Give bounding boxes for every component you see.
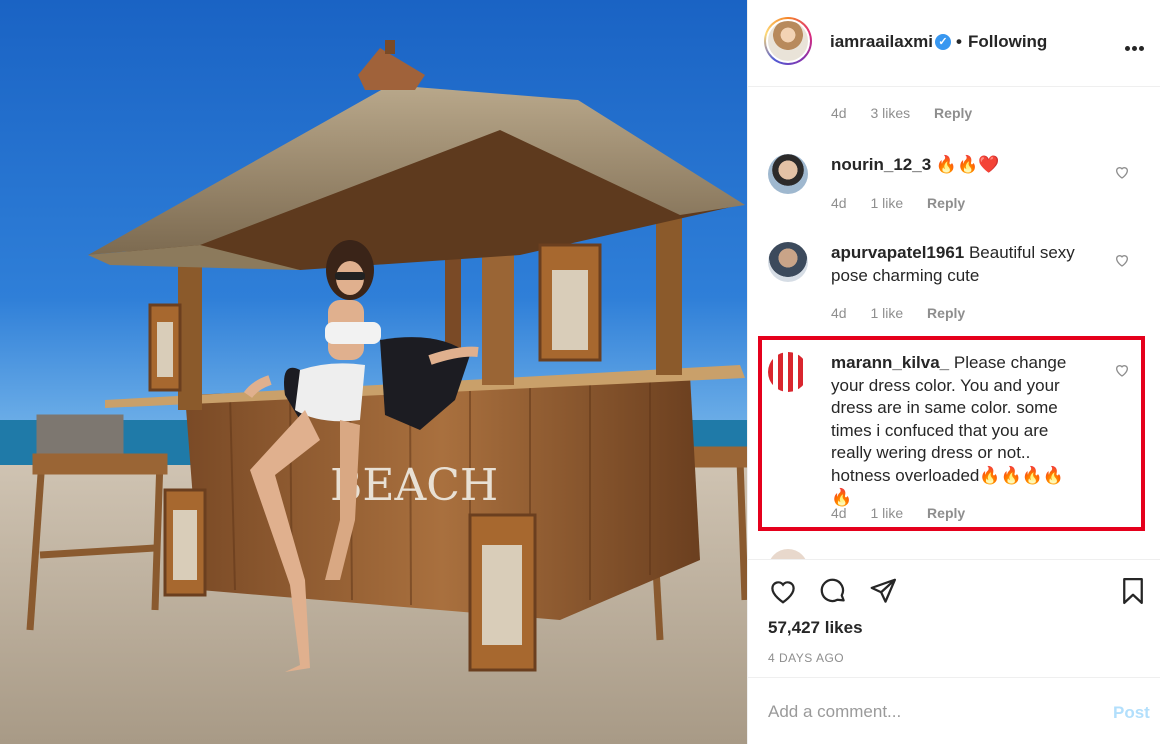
comment-text: 🔥🔥❤️ [931,155,1000,174]
comment-username[interactable]: marann_kilva_ [831,353,949,372]
comment-age: 4d [831,105,847,121]
comment-meta: 4d 3 likes Reply [831,105,992,121]
comment-likes[interactable]: 3 likes [870,105,910,121]
heart-outline-icon[interactable] [1114,164,1130,180]
comment-likes[interactable]: 1 like [870,505,903,521]
comment-composer: Post [748,677,1160,744]
reply-button[interactable]: Reply [934,105,972,121]
post-header: iamraailaxmi ✓ • Following [748,0,1160,87]
post-date[interactable]: 4 DAYS AGO [768,651,844,665]
comment-meta: 4d 1 like Reply [831,505,985,521]
comment-item-highlighted: marann_kilva_ Please change your dress c… [748,350,1160,530]
commenter-avatar[interactable] [768,242,808,282]
comments-list[interactable]: 4d 3 likes Reply nourin_12_3 🔥🔥❤️ 4d 1 l… [748,87,1160,559]
comment-input[interactable] [768,700,1088,724]
comment-meta: 4d 1 like Reply [831,305,985,321]
post-image: BEACH [0,0,747,744]
heart-outline-icon[interactable] [1114,362,1130,378]
heart-outline-icon[interactable] [1114,252,1130,268]
comment-age: 4d [831,505,847,521]
comment-item: 4d 3 likes Reply [748,87,1160,137]
following-button[interactable]: Following [968,32,1047,52]
commenter-avatar[interactable] [768,154,808,194]
heart-icon[interactable] [768,576,798,606]
author-avatar[interactable] [764,17,812,65]
comment-item [748,549,1160,559]
comment-likes[interactable]: 1 like [870,305,903,321]
comment-age: 4d [831,195,847,211]
comment-item: apurvapatel1961 Beautiful sexy pose char… [748,240,1160,330]
bookmark-icon[interactable] [1118,576,1148,606]
comment-icon[interactable] [818,576,848,606]
reply-button[interactable]: Reply [927,305,965,321]
comment-username[interactable]: nourin_12_3 [831,155,931,174]
separator-dot: • [956,32,962,51]
commenter-avatar[interactable] [768,549,808,559]
comment-text: Please change your dress color. You and … [831,353,1067,507]
likes-count[interactable]: 57,427 likes [768,618,863,638]
verified-badge-icon: ✓ [935,34,951,50]
commenter-avatar[interactable] [768,352,808,392]
author-username[interactable]: iamraailaxmi [830,32,933,52]
comment-username[interactable]: apurvapatel1961 [831,243,964,262]
reply-button[interactable]: Reply [927,195,965,211]
post-details-panel: iamraailaxmi ✓ • Following 4d 3 likes Re… [747,0,1160,744]
comment-item: nourin_12_3 🔥🔥❤️ 4d 1 like Reply [748,152,1160,222]
comment-meta: 4d 1 like Reply [831,195,985,211]
post-actions: 57,427 likes 4 DAYS AGO [748,559,1160,677]
share-icon[interactable] [868,576,898,606]
post-button[interactable]: Post [1113,703,1150,723]
more-options-icon[interactable] [1125,38,1147,51]
comment-age: 4d [831,305,847,321]
beach-bar-photo: BEACH [0,40,747,744]
comment-likes[interactable]: 1 like [870,195,903,211]
reply-button[interactable]: Reply [927,505,965,521]
